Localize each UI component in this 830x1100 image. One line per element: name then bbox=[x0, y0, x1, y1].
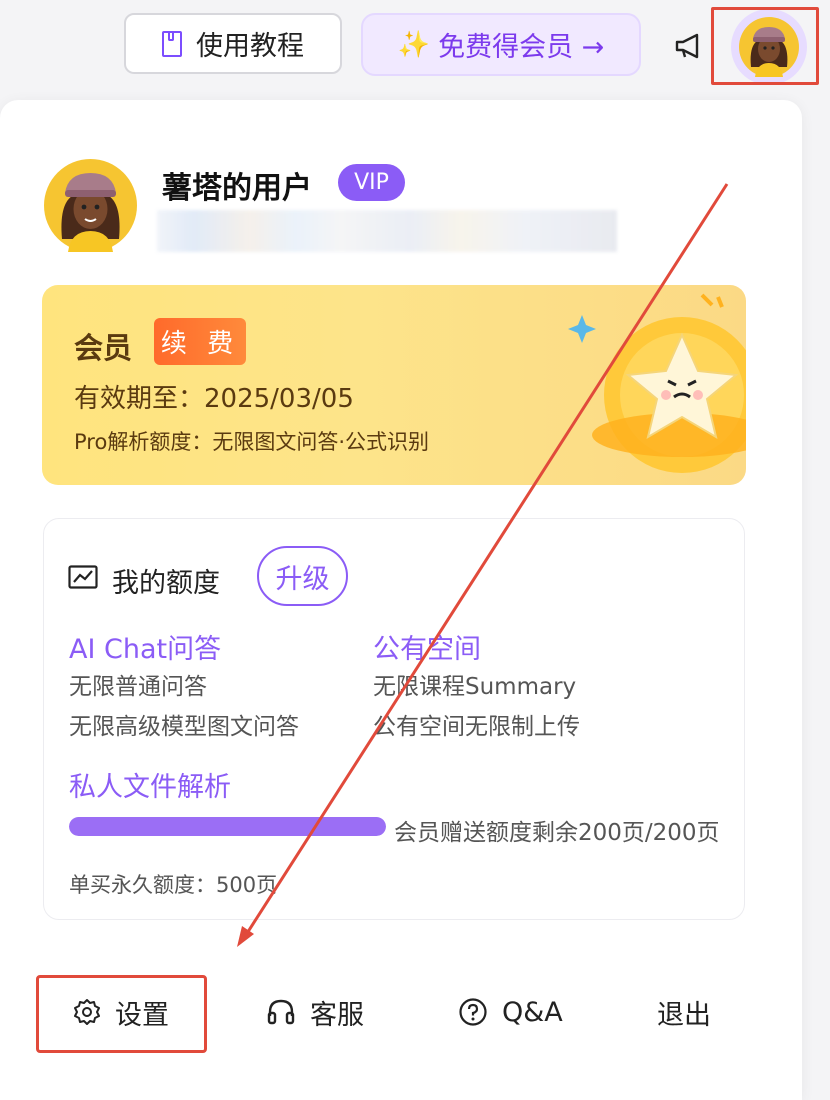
logout-button[interactable]: 退出 bbox=[657, 992, 711, 1032]
ai-chat-line: 无限普通问答 bbox=[69, 674, 207, 700]
membership-card: 会员 续 费 有效期至：2025/03/05 Pro解析额度：无限图文问答·公式… bbox=[42, 285, 746, 485]
vip-badge: VIP bbox=[338, 164, 405, 201]
tutorial-label: 使用教程 bbox=[196, 31, 304, 62]
username: 薯塔的用户 bbox=[162, 171, 312, 206]
renew-button[interactable]: 续 费 bbox=[154, 318, 246, 365]
user-avatar bbox=[44, 159, 137, 252]
upgrade-button[interactable]: 升级 bbox=[257, 546, 348, 606]
private-files-progress-bar bbox=[69, 817, 386, 836]
support-label: 客服 bbox=[310, 999, 364, 1031]
blurred-account-info bbox=[157, 210, 617, 252]
megaphone-icon[interactable] bbox=[674, 31, 706, 61]
permanent-quota-text: 单买永久额度：500页 bbox=[69, 873, 278, 897]
question-icon bbox=[459, 998, 487, 1026]
ai-chat-title: AI Chat问答 bbox=[69, 634, 222, 665]
top-bar: 使用教程 ✨ 免费得会员 → bbox=[0, 0, 830, 95]
book-icon bbox=[162, 30, 182, 57]
quota-card: 我的额度 升级 AI Chat问答 无限普通问答 无限高级模型图文问答 公有空间… bbox=[43, 518, 745, 920]
headset-icon bbox=[267, 999, 295, 1025]
membership-title: 会员 bbox=[74, 331, 133, 365]
support-button[interactable]: 客服 bbox=[266, 992, 364, 1032]
qa-button[interactable]: Q&A bbox=[458, 992, 563, 1032]
quota-title: 我的额度 bbox=[112, 568, 220, 599]
logout-label: 退出 bbox=[657, 999, 711, 1031]
chart-trend-icon bbox=[68, 565, 98, 589]
private-files-title: 私人文件解析 bbox=[69, 772, 231, 803]
private-files-progress-text: 会员赠送额度剩余200页/200页 bbox=[394, 820, 720, 846]
public-space-title: 公有空间 bbox=[373, 634, 481, 665]
sparkle-icon: ✨ bbox=[397, 29, 431, 60]
ai-chat-line: 无限高级模型图文问答 bbox=[69, 714, 299, 740]
expire-date: 有效期至：2025/03/05 bbox=[74, 384, 354, 414]
free-member-label: 免费得会员 → bbox=[438, 32, 605, 63]
settings-highlight-box bbox=[36, 975, 207, 1053]
avatar-highlight-box bbox=[711, 7, 819, 85]
public-space-line: 无限课程Summary bbox=[373, 674, 577, 700]
pro-quota-text: Pro解析额度：无限图文问答·公式识别 bbox=[74, 430, 429, 454]
progress-fill bbox=[69, 817, 386, 836]
public-space-line: 公有空间无限制上传 bbox=[373, 714, 580, 740]
free-member-button[interactable]: ✨ 免费得会员 → bbox=[361, 13, 641, 76]
qa-label: Q&A bbox=[502, 996, 563, 1028]
tutorial-button[interactable]: 使用教程 bbox=[124, 13, 342, 74]
trophy-star-illustration bbox=[568, 293, 746, 473]
